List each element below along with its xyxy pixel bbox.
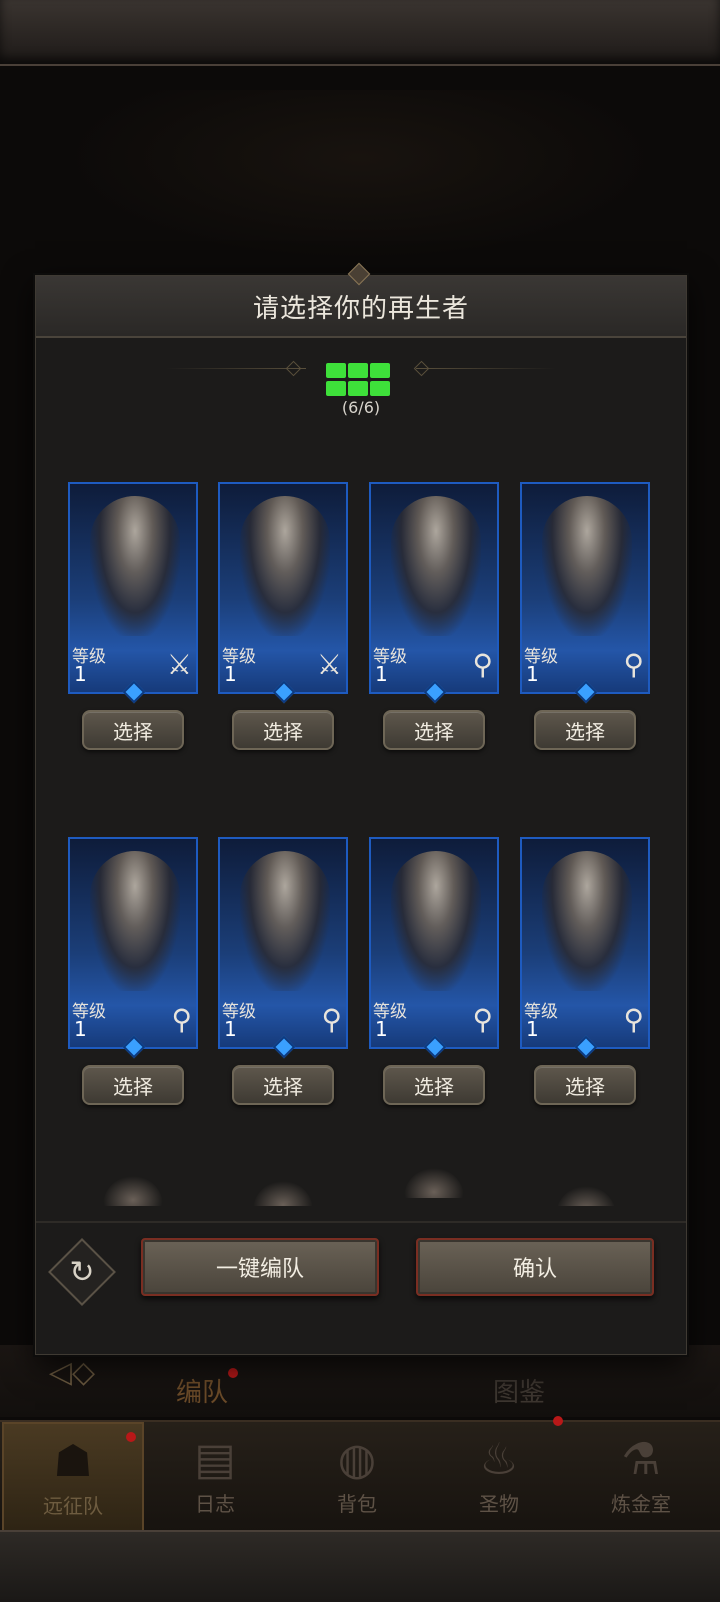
- hero-card[interactable]: 等级 1 ⚔ 选择: [218, 482, 348, 750]
- select-button[interactable]: 选择: [82, 1065, 184, 1105]
- hero-card[interactable]: 等级 1 ⚲ 选择: [520, 837, 650, 1105]
- back-arrow-icon[interactable]: ◁◇: [38, 1352, 106, 1392]
- nav-label: 远征队: [43, 1494, 103, 1518]
- select-button[interactable]: 选择: [534, 1065, 636, 1105]
- scroll-icon: ▤: [194, 1434, 236, 1485]
- background-ornament: [60, 90, 660, 260]
- select-button[interactable]: 选择: [82, 710, 184, 750]
- sword-icon: ⚔: [316, 648, 342, 681]
- dialog-title: 请选择你的再生者: [252, 293, 469, 324]
- hero-card[interactable]: 等级 1 ⚲ 选择: [218, 837, 348, 1105]
- level-value: 1: [224, 662, 237, 686]
- nav-label: 圣物: [479, 1492, 519, 1516]
- nav-label: 炼金室: [611, 1492, 671, 1516]
- nav-relic[interactable]: ♨ 圣物: [428, 1422, 570, 1532]
- level-value: 1: [74, 1017, 87, 1041]
- tab-team[interactable]: 编队: [176, 1372, 228, 1409]
- background-tab-bar: [0, 1345, 720, 1417]
- level-value: 1: [526, 662, 539, 686]
- hero-card[interactable]: 等级 1 ⚲ 选择: [369, 482, 499, 750]
- level-value: 1: [74, 662, 87, 686]
- staff-icon: ⚲: [623, 648, 644, 681]
- dialog-header: 请选择你的再生者: [36, 276, 686, 338]
- hero-figure: [90, 851, 180, 991]
- staff-icon: ⚲: [623, 1003, 644, 1036]
- select-button[interactable]: 选择: [232, 710, 334, 750]
- bottom-nav: ☗ 远征队 ▤ 日志 ◍ 背包 ♨ 圣物 ⚗ 炼金室: [0, 1416, 720, 1532]
- nav-log[interactable]: ▤ 日志: [144, 1422, 286, 1532]
- sword-icon: ⚔: [166, 648, 192, 681]
- level-value: 1: [526, 1017, 539, 1041]
- level-value: 1: [375, 662, 388, 686]
- select-button[interactable]: 选择: [383, 710, 485, 750]
- torch-icon: ♨: [479, 1434, 519, 1485]
- confirm-button[interactable]: 确认: [416, 1238, 654, 1296]
- hero-portrait-peek: [253, 1181, 313, 1206]
- hero-figure: [90, 496, 180, 636]
- notification-dot: [126, 1432, 136, 1442]
- hero-portrait-peek: [556, 1186, 616, 1206]
- hero-grid: 等级 1 ⚔ 选择 等级 1 ⚔ 选择 等级 1 ⚲ 选择 等级 1 ⚲ 选择 …: [36, 446, 686, 1206]
- hero-portrait-peek: [404, 1168, 464, 1198]
- hero-figure: [391, 851, 481, 991]
- divider-line: [416, 368, 556, 369]
- select-button[interactable]: 选择: [383, 1065, 485, 1105]
- team-slots-icon: [326, 363, 396, 397]
- footer-divider: [36, 1221, 686, 1223]
- nav-label: 日志: [195, 1492, 235, 1516]
- select-button[interactable]: 选择: [534, 710, 636, 750]
- hero-figure: [542, 851, 632, 991]
- staff-icon: ⚲: [171, 1003, 192, 1036]
- auto-team-button[interactable]: 一键编队: [141, 1238, 379, 1296]
- bottom-frame: [0, 1530, 720, 1602]
- tab-collection[interactable]: 图鉴: [493, 1372, 545, 1409]
- hero-figure: [542, 496, 632, 636]
- nav-expedition[interactable]: ☗ 远征队: [2, 1422, 144, 1532]
- nav-label: 背包: [337, 1492, 377, 1516]
- team-count: (6/6): [341, 398, 381, 417]
- refresh-icon: ↻: [69, 1254, 95, 1290]
- top-frame: [0, 0, 720, 66]
- hero-select-dialog: 请选择你的再生者 (6/6) 等级 1 ⚔ 选择 等级 1 ⚔ 选择 等级 1: [35, 262, 687, 1355]
- helmet-icon: ☗: [53, 1436, 93, 1487]
- hero-card[interactable]: 等级 1 ⚲ 选择: [68, 837, 198, 1105]
- hero-figure: [240, 851, 330, 991]
- level-value: 1: [224, 1017, 237, 1041]
- bag-icon: ◍: [337, 1434, 377, 1485]
- alchemy-icon: ⚗: [621, 1434, 661, 1485]
- select-button[interactable]: 选择: [232, 1065, 334, 1105]
- hero-portrait-peek: [103, 1176, 163, 1206]
- notification-dot: [553, 1416, 563, 1426]
- notification-dot: [228, 1368, 238, 1378]
- level-value: 1: [375, 1017, 388, 1041]
- hero-card[interactable]: 等级 1 ⚲ 选择: [369, 837, 499, 1105]
- hero-figure: [240, 496, 330, 636]
- hero-figure: [391, 496, 481, 636]
- staff-icon: ⚲: [472, 648, 493, 681]
- diamond-ornament: [413, 360, 430, 377]
- hero-card[interactable]: 等级 1 ⚔ 选择: [68, 482, 198, 750]
- nav-alchemy[interactable]: ⚗ 炼金室: [570, 1422, 712, 1532]
- staff-icon: ⚲: [321, 1003, 342, 1036]
- nav-bag[interactable]: ◍ 背包: [286, 1422, 428, 1532]
- hero-card[interactable]: 等级 1 ⚲ 选择: [520, 482, 650, 750]
- diamond-ornament: [285, 360, 302, 377]
- staff-icon: ⚲: [472, 1003, 493, 1036]
